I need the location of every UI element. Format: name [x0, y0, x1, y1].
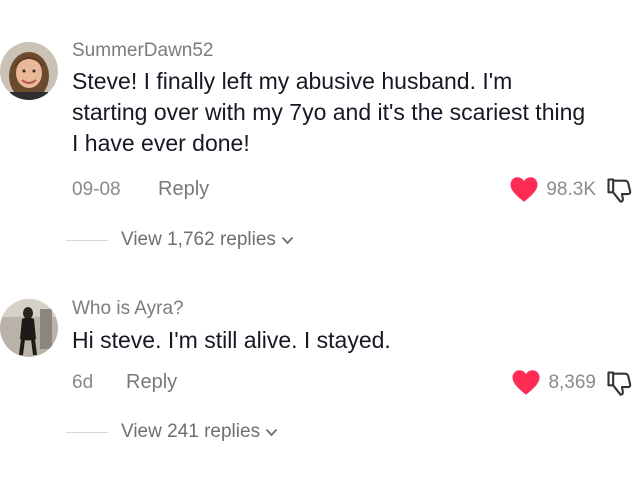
heart-icon — [512, 370, 540, 395]
chevron-down-icon — [281, 236, 294, 244]
heart-icon — [510, 177, 538, 202]
comment-text: Hi steve. I'm still alive. I stayed. — [72, 327, 391, 353]
reply-button[interactable]: Reply — [158, 178, 209, 201]
comment-date: 09-08 — [72, 179, 121, 200]
view-replies-label: View 1,762 replies — [121, 229, 276, 250]
like-button[interactable]: 8,369 — [511, 369, 596, 396]
comment-text: Steve! I finally left my abusive husband… — [72, 68, 586, 156]
thumbs-down-icon — [607, 178, 632, 203]
dark-figure-avatar-icon — [0, 299, 58, 357]
reply-button[interactable]: Reply — [126, 371, 177, 394]
like-count: 98.3K — [546, 178, 596, 200]
view-replies-button[interactable]: View 1,762 replies — [66, 229, 294, 251]
comment-date: 6d — [72, 372, 94, 393]
view-replies-button[interactable]: View 241 replies — [66, 421, 278, 443]
dislike-button[interactable] — [604, 369, 634, 397]
divider — [66, 431, 108, 433]
view-replies-label: View 241 replies — [121, 421, 261, 442]
dislike-button[interactable] — [604, 176, 634, 204]
like-count: 8,369 — [548, 371, 596, 393]
avatar[interactable] — [0, 42, 58, 100]
divider — [66, 239, 108, 241]
thumbs-down-icon — [607, 371, 632, 396]
avatar[interactable] — [0, 299, 58, 357]
comment-username[interactable]: SummerDawn52 — [72, 40, 214, 62]
like-button[interactable]: 98.3K — [509, 176, 596, 203]
woman-portrait-avatar-icon — [0, 42, 58, 100]
comment-username[interactable]: Who is Ayra? — [72, 298, 184, 320]
chevron-down-icon — [265, 428, 278, 436]
